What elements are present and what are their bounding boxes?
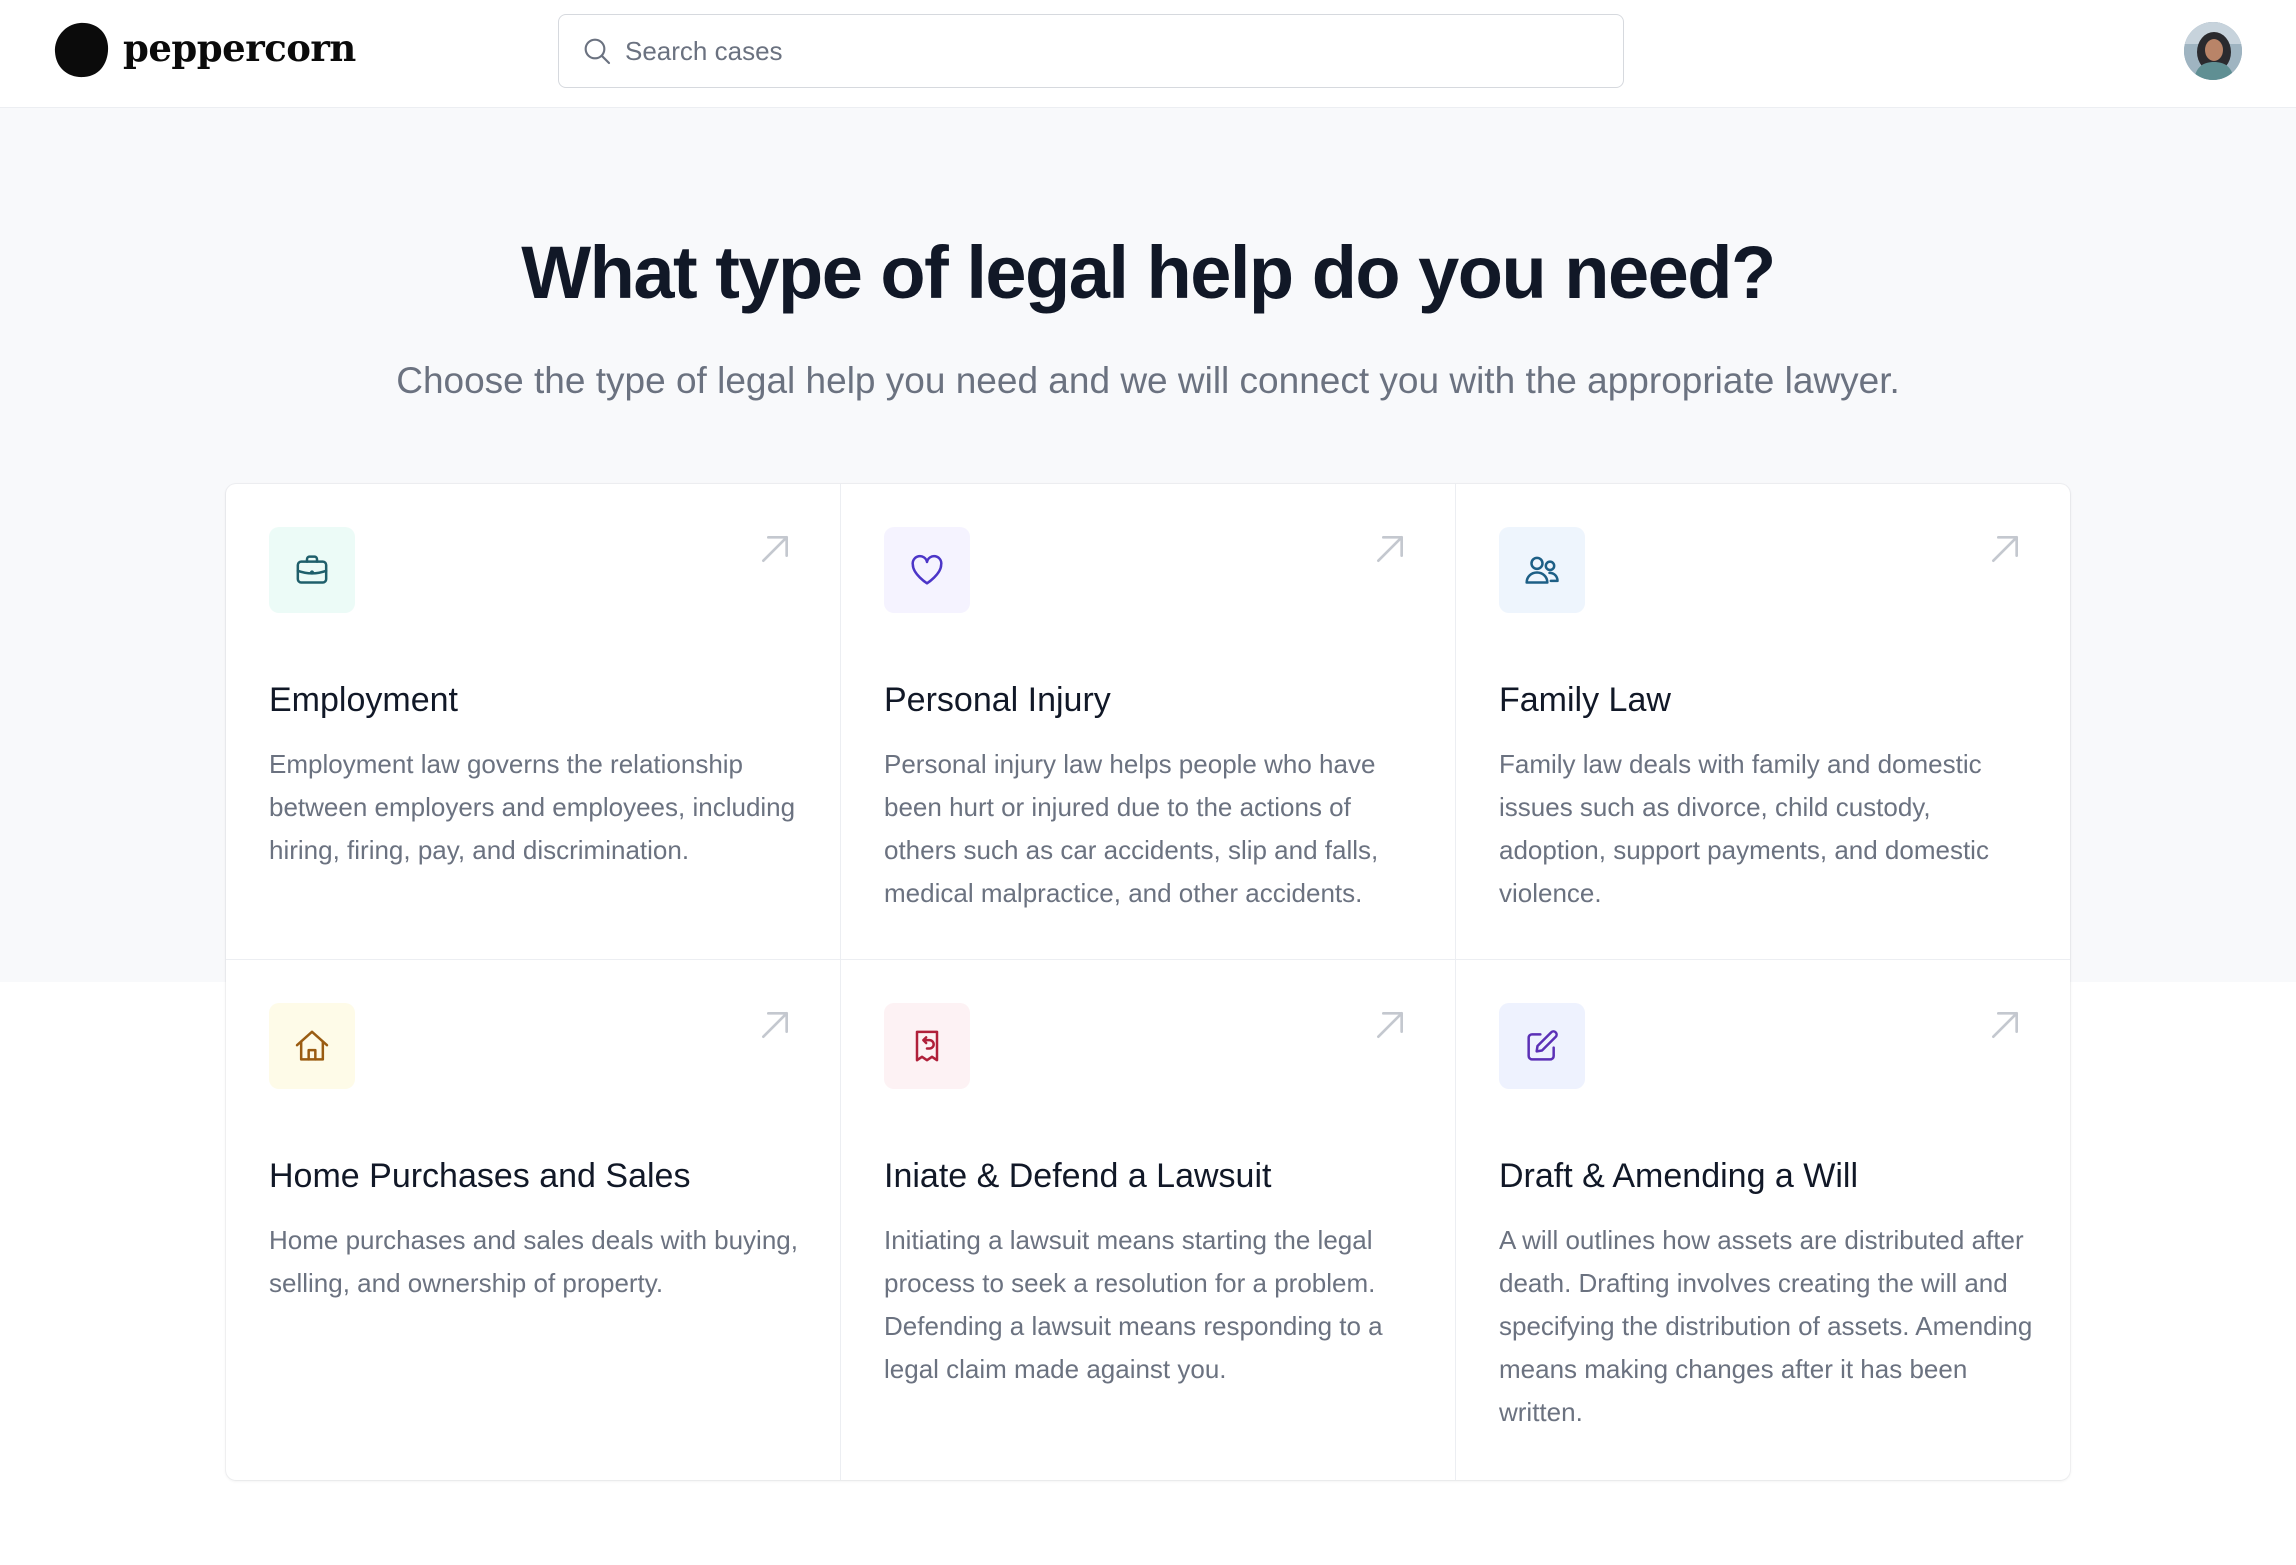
arrow-up-right-icon xyxy=(1377,536,1403,562)
search-input[interactable] xyxy=(625,21,1605,81)
arrow-up-right-icon xyxy=(1377,1012,1403,1038)
card-description: A will outlines how assets are distribut… xyxy=(1499,1225,2033,1427)
arrow-up-right-icon xyxy=(1992,1012,2018,1038)
card-home-purchases[interactable]: Home Purchases and Sales Home purchases … xyxy=(226,960,841,1480)
page-title: What type of legal help do you need? xyxy=(521,231,1776,314)
card-personal-injury[interactable]: Personal Injury Personal injury law help… xyxy=(841,484,1456,960)
users-icon xyxy=(1525,556,1559,584)
search-bar[interactable] xyxy=(558,14,1624,88)
card-will[interactable]: Draft & Amending a Will A will outlines … xyxy=(1456,960,2070,1480)
card-title: Family Law xyxy=(1499,681,1671,719)
brand-name: peppercorn xyxy=(123,25,356,70)
arrow-up-right-icon xyxy=(1992,536,2018,562)
avatar-image xyxy=(2184,22,2242,80)
card-employment[interactable]: Employment Employment law governs the re… xyxy=(226,484,841,960)
lawsuit-icon-container xyxy=(884,1003,970,1089)
top-bar: peppercorn xyxy=(0,0,2296,108)
arrow-up-right-icon xyxy=(762,536,788,562)
search-icon xyxy=(584,38,611,65)
legal-help-options: Employment Employment law governs the re… xyxy=(226,484,2070,1480)
home-purchases-icon-container xyxy=(269,1003,355,1089)
peppercorn-logo-icon xyxy=(54,22,109,78)
home-icon xyxy=(295,1030,329,1061)
user-avatar[interactable] xyxy=(2184,22,2242,80)
card-title: Home Purchases and Sales xyxy=(269,1157,691,1195)
will-icon-container xyxy=(1499,1003,1585,1089)
briefcase-icon xyxy=(296,555,328,584)
personal-injury-icon-container xyxy=(884,527,970,613)
arrow-up-right-icon xyxy=(762,1012,788,1038)
card-lawsuit[interactable]: Iniate & Defend a Lawsuit Initiating a l… xyxy=(841,960,1456,1480)
card-family-law[interactable]: Family Law Family law deals with family … xyxy=(1456,484,2070,960)
family-law-icon-container xyxy=(1499,527,1585,613)
heart-icon xyxy=(911,554,943,585)
card-title: Iniate & Defend a Lawsuit xyxy=(884,1157,1272,1195)
card-description: Home purchases and sales deals with buyi… xyxy=(269,1225,798,1298)
card-description: Employment law governs the relationship … xyxy=(269,749,796,865)
pencil-square-icon xyxy=(1527,1030,1558,1061)
card-title: Draft & Amending a Will xyxy=(1499,1157,1859,1195)
card-description: Family law deals with family and domesti… xyxy=(1499,749,1989,908)
employment-icon-container xyxy=(269,527,355,613)
card-description: Initiating a lawsuit means starting the … xyxy=(884,1225,1383,1384)
receipt-refund-icon xyxy=(915,1030,939,1062)
card-description: Personal injury law helps people who hav… xyxy=(884,749,1379,908)
brand-logo[interactable]: peppercorn xyxy=(53,21,356,78)
card-title: Personal Injury xyxy=(884,681,1111,719)
page-subtitle: Choose the type of legal help you need a… xyxy=(396,360,1900,401)
card-title: Employment xyxy=(269,681,458,719)
